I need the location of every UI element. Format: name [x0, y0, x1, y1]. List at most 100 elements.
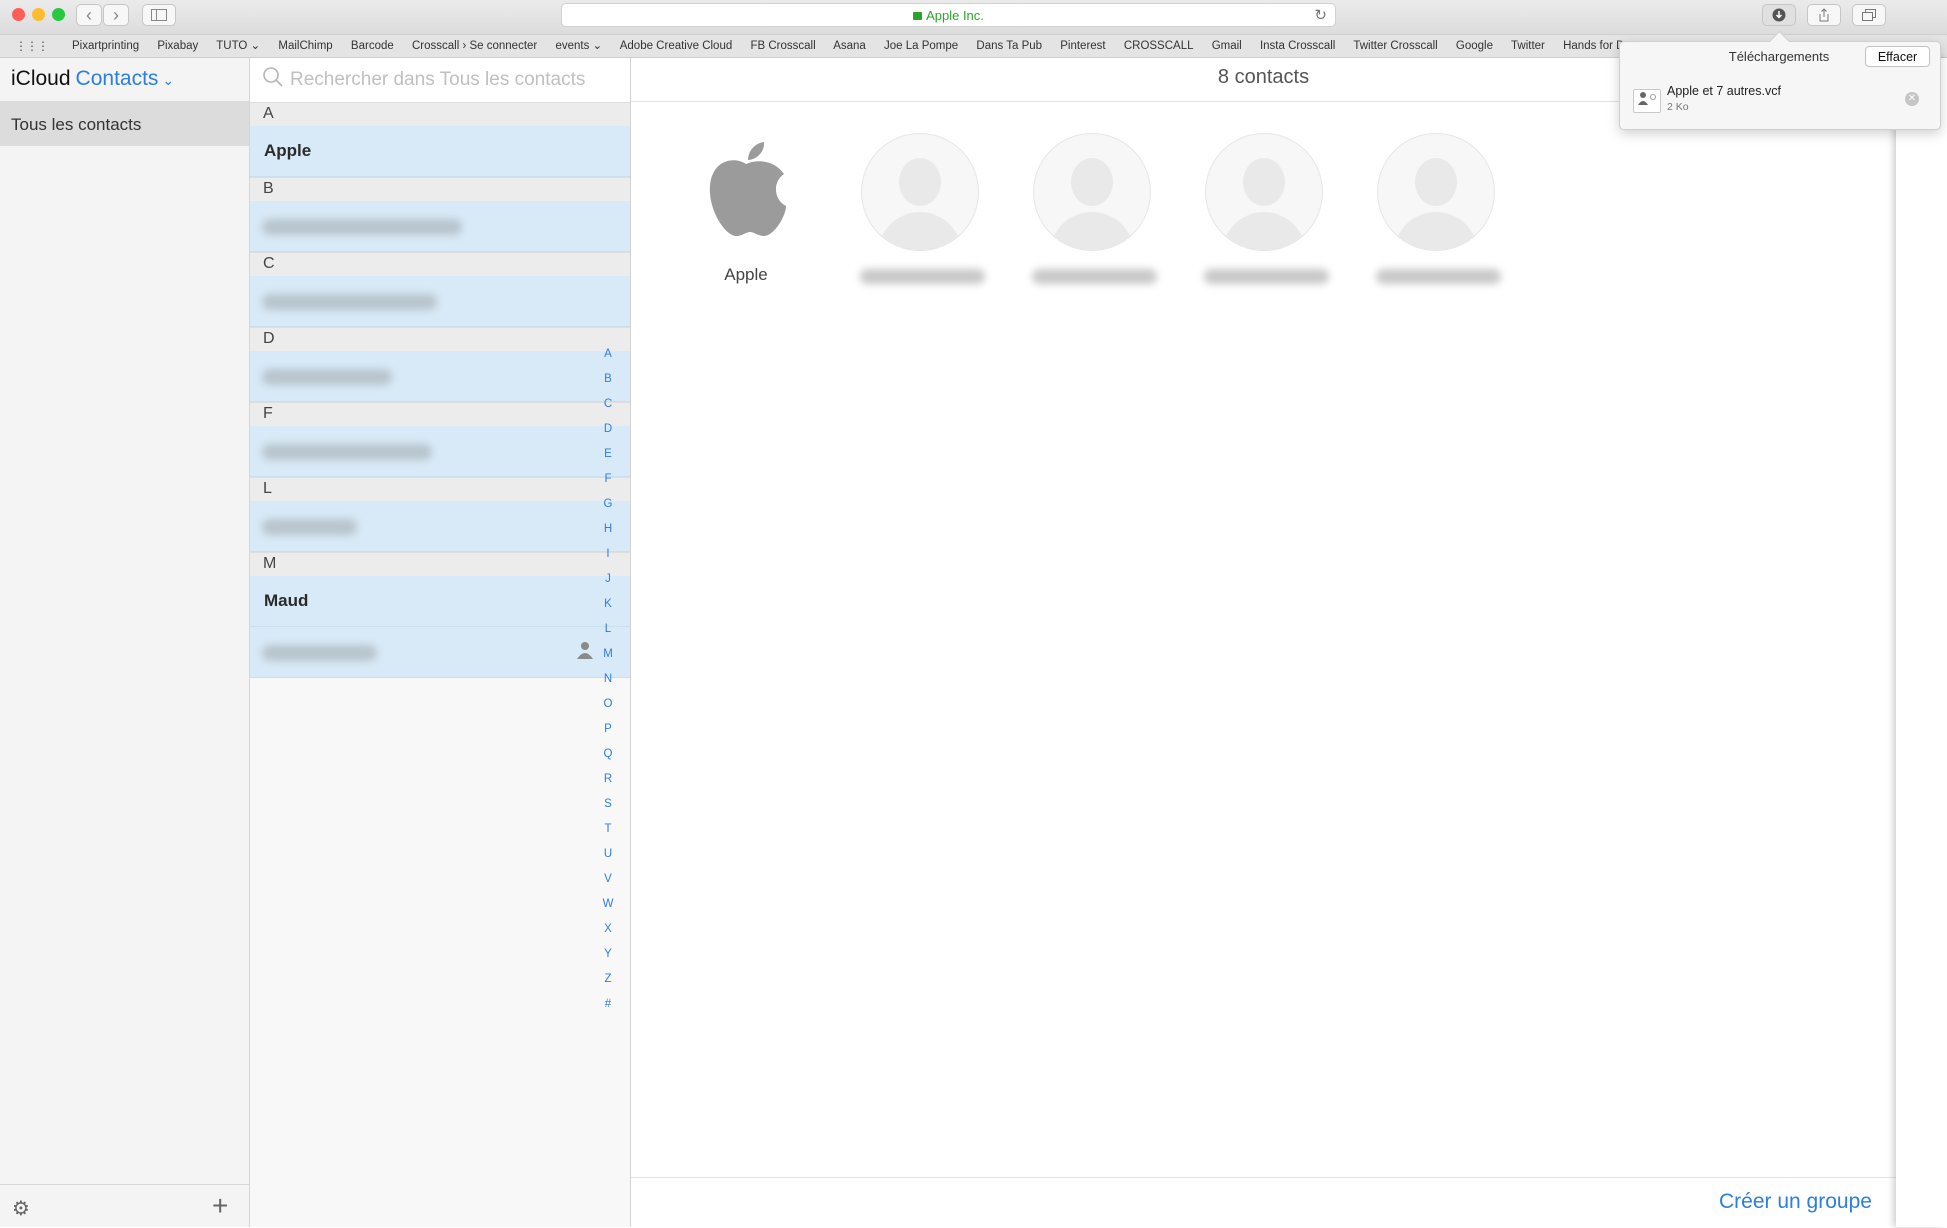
bookmark-item[interactable]: Asana: [833, 40, 866, 52]
bookmark-item[interactable]: Twitter: [1511, 40, 1545, 52]
alphabet-index-letter[interactable]: B: [598, 373, 618, 398]
alphabet-index-letter[interactable]: Q: [598, 748, 618, 773]
address-bar[interactable]: Apple Inc. ↻: [561, 3, 1336, 27]
alphabet-index-letter[interactable]: H: [598, 523, 618, 548]
alphabet-index-letter[interactable]: S: [598, 798, 618, 823]
contact-card-name: Apple: [724, 265, 768, 284]
bookmark-item[interactable]: Joe La Pompe: [884, 40, 958, 52]
bookmark-item[interactable]: Crosscall › Se connecter: [412, 40, 537, 52]
clear-downloads-button[interactable]: Effacer: [1865, 46, 1930, 67]
contact-row[interactable]: [250, 201, 630, 252]
avatar-placeholder-icon: [1033, 133, 1151, 251]
redacted-name: [1032, 269, 1157, 284]
alphabet-index-letter[interactable]: E: [598, 448, 618, 473]
bookmark-item[interactable]: Gmail: [1212, 40, 1242, 52]
redacted-name: [262, 645, 377, 661]
alphabet-index-letter[interactable]: J: [598, 573, 618, 598]
avatar-placeholder-icon: [1205, 133, 1323, 251]
remove-download-icon[interactable]: ✕: [1905, 92, 1919, 106]
contact-card-apple[interactable]: Apple: [686, 133, 806, 285]
alphabet-index-letter[interactable]: D: [598, 423, 618, 448]
alphabet-index-letter[interactable]: M: [598, 648, 618, 673]
bookmark-item[interactable]: TUTO ⌄: [216, 40, 260, 52]
search-placeholder: Rechercher dans Tous les contacts: [290, 69, 586, 90]
redacted-name: [262, 294, 437, 310]
chevron-left-icon: ‹: [86, 5, 92, 25]
contact-card[interactable]: [1376, 133, 1501, 284]
contact-row-maud[interactable]: Maud: [250, 576, 630, 627]
bookmark-item[interactable]: Pixartprinting: [72, 40, 139, 52]
tabs-overview-button[interactable]: [1852, 4, 1886, 26]
contact-row[interactable]: [250, 426, 630, 477]
contact-row[interactable]: [250, 351, 630, 402]
share-button[interactable]: [1807, 4, 1841, 26]
reload-icon[interactable]: ↻: [1314, 6, 1327, 24]
add-contact-button[interactable]: +: [212, 1190, 228, 1222]
alphabet-index-letter[interactable]: C: [598, 398, 618, 423]
chevron-down-icon[interactable]: ⌄: [162, 72, 174, 88]
bookmark-item[interactable]: CROSSCALL: [1124, 40, 1194, 52]
section-header: B: [250, 177, 630, 201]
alphabet-index-letter[interactable]: X: [598, 923, 618, 948]
alphabet-index-letter[interactable]: R: [598, 773, 618, 798]
bookmark-item[interactable]: Adobe Creative Cloud: [620, 40, 733, 52]
redacted-name: [262, 219, 462, 235]
alphabet-index-letter[interactable]: Y: [598, 948, 618, 973]
bookmark-item[interactable]: Pixabay: [157, 40, 198, 52]
minimize-window-button[interactable]: [32, 8, 45, 21]
redacted-name: [1204, 269, 1329, 284]
alphabet-index-letter[interactable]: P: [598, 723, 618, 748]
alphabet-index-letter[interactable]: O: [598, 698, 618, 723]
gear-icon[interactable]: ⚙: [12, 1196, 30, 1221]
alphabet-index-letter[interactable]: Z: [598, 973, 618, 998]
download-icon: [1772, 8, 1786, 22]
back-button[interactable]: ‹: [76, 4, 102, 26]
contact-row-apple[interactable]: Apple: [250, 126, 630, 177]
bookmark-item[interactable]: Barcode: [351, 40, 394, 52]
contact-row[interactable]: [250, 627, 630, 678]
section-header: C: [250, 252, 630, 276]
downloads-button[interactable]: [1762, 4, 1796, 26]
sidebar-toggle-button[interactable]: [142, 4, 176, 26]
alphabet-index-letter[interactable]: I: [598, 548, 618, 573]
alphabet-index-letter[interactable]: V: [598, 873, 618, 898]
forward-button[interactable]: ›: [103, 4, 129, 26]
alphabet-index-letter[interactable]: U: [598, 848, 618, 873]
contact-card[interactable]: [860, 133, 985, 284]
contact-card[interactable]: [1032, 133, 1157, 284]
contact-card[interactable]: [1204, 133, 1329, 284]
redacted-name: [860, 269, 985, 284]
bookmark-item[interactable]: MailChimp: [278, 40, 332, 52]
zoom-window-button[interactable]: [52, 8, 65, 21]
cards-footer: [631, 1177, 1896, 1228]
alphabet-index-letter[interactable]: N: [598, 673, 618, 698]
bookmark-item[interactable]: Twitter Crosscall: [1353, 40, 1437, 52]
group-all-contacts[interactable]: Tous les contacts: [0, 101, 249, 146]
search-field[interactable]: Rechercher dans Tous les contacts: [250, 58, 630, 103]
address-text: Apple Inc.: [926, 7, 984, 23]
alphabet-index-letter[interactable]: #: [598, 998, 618, 1023]
redacted-name: [1376, 269, 1501, 284]
section-header: F: [250, 402, 630, 426]
bookmark-item[interactable]: FB Crosscall: [750, 40, 815, 52]
bookmark-item[interactable]: Pinterest: [1060, 40, 1105, 52]
alphabet-index-letter[interactable]: T: [598, 823, 618, 848]
bookmark-item[interactable]: events ⌄: [555, 40, 602, 52]
alphabet-index-letter[interactable]: L: [598, 623, 618, 648]
alphabet-index-letter[interactable]: W: [598, 898, 618, 923]
download-file-name[interactable]: Apple et 7 autres.vcf: [1667, 84, 1781, 98]
redacted-name: [262, 519, 357, 535]
contact-row[interactable]: [250, 501, 630, 552]
close-window-button[interactable]: [12, 8, 25, 21]
bookmark-item[interactable]: Google: [1456, 40, 1493, 52]
bookmark-item[interactable]: Dans Ta Pub: [976, 40, 1042, 52]
bookmark-item[interactable]: Insta Crosscall: [1260, 40, 1335, 52]
app-switcher[interactable]: Contacts: [76, 67, 159, 90]
alphabet-index-letter[interactable]: F: [598, 473, 618, 498]
create-group-button[interactable]: Créer un groupe: [1719, 1190, 1872, 1214]
apps-grid-icon[interactable]: ⋮⋮⋮: [15, 39, 49, 53]
alphabet-index-letter[interactable]: K: [598, 598, 618, 623]
alphabet-index-letter[interactable]: G: [598, 498, 618, 523]
contact-row[interactable]: [250, 276, 630, 327]
alphabet-index-letter[interactable]: A: [598, 348, 618, 373]
